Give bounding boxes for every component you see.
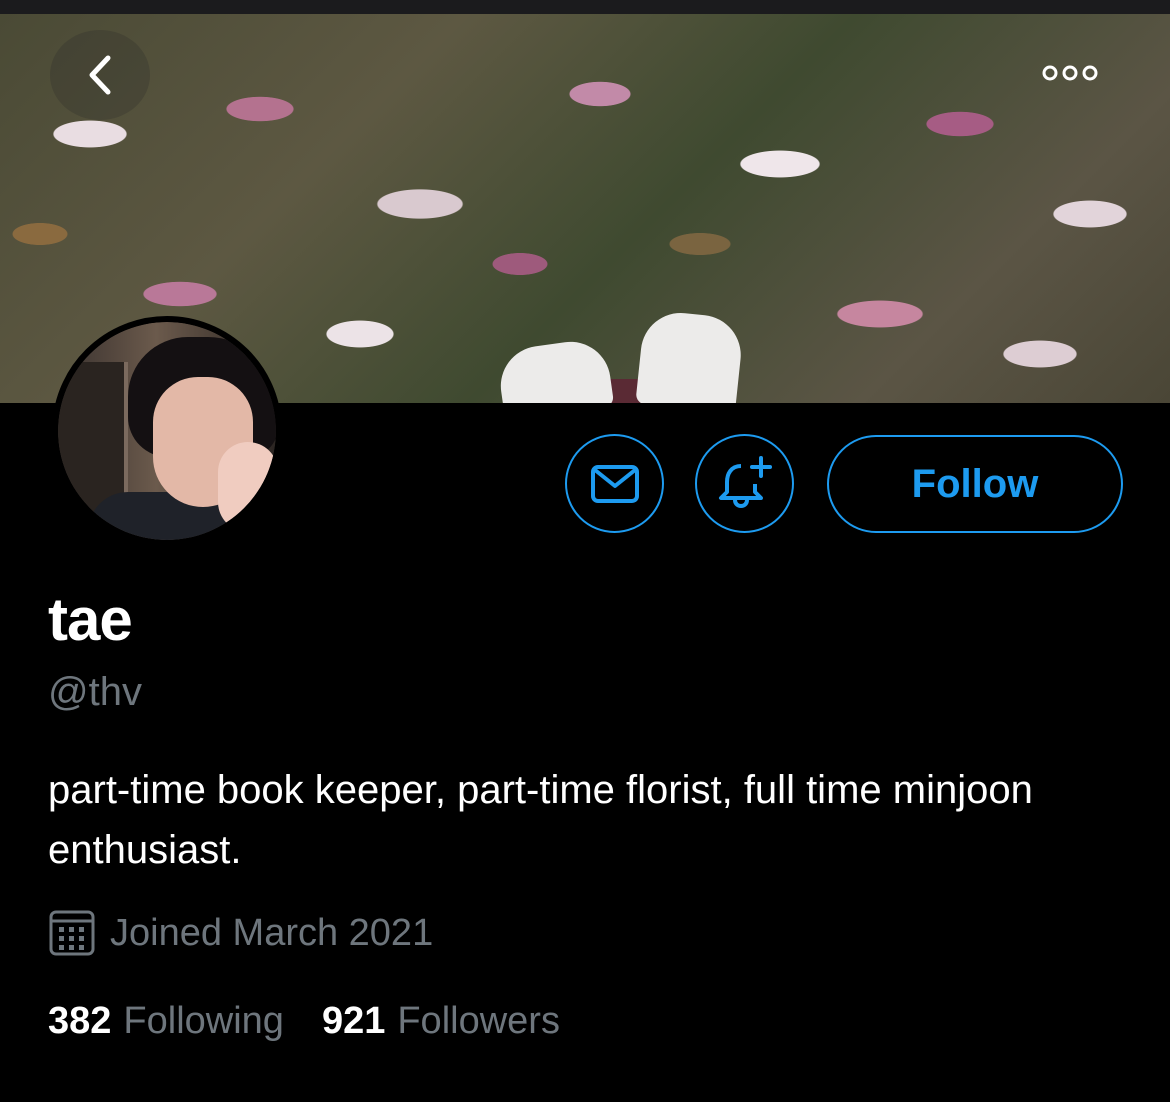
banner-shoe-right [635,309,745,403]
joined-date: Joined March 2021 [48,908,433,958]
display-name: tae [48,586,133,653]
following-link[interactable]: 382 Following [48,1000,284,1043]
more-horizontal-icon [1042,65,1098,81]
avatar[interactable] [52,316,282,546]
following-label: Following [123,1000,284,1042]
status-strip [0,0,1170,14]
back-button[interactable] [50,30,150,120]
calendar-icon [49,910,95,956]
avatar-photo [58,322,276,540]
mail-icon [590,464,639,503]
followers-count: 921 [321,1000,386,1042]
joined-text: Joined March 2021 [110,911,434,954]
followers-link[interactable]: 921 Followers [322,1000,560,1043]
notifications-button[interactable] [695,434,794,533]
avatar-hand [218,442,276,532]
bell-plus-icon [718,455,772,508]
banner-shoe-left [495,336,615,403]
follow-button[interactable]: Follow [827,435,1123,533]
profile-bio: part-time book keeper, part-time florist… [48,768,1033,872]
follow-stats: 382 Following 921 Followers [48,1000,560,1043]
followers-label: Followers [397,1000,560,1042]
chevron-left-icon [89,55,111,95]
more-options-button[interactable] [1036,45,1104,101]
following-count: 382 [48,1000,112,1042]
user-handle: @thv [48,670,142,714]
message-button[interactable] [565,434,664,533]
